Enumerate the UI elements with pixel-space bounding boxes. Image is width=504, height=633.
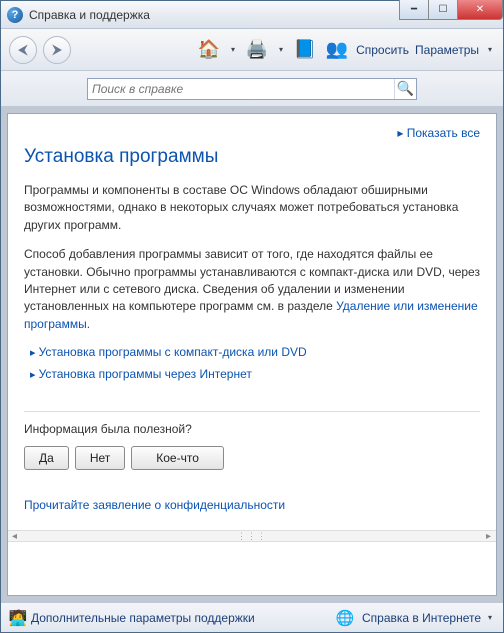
back-button[interactable]: ⮜ <box>9 36 37 64</box>
window-title: Справка и поддержка <box>29 8 150 22</box>
chevron-down-icon[interactable]: ▾ <box>485 45 495 54</box>
page-title: Установка программы <box>24 146 480 168</box>
globe-icon: 🌐 <box>336 609 354 627</box>
footer: 🧑‍💻 Дополнительные параметры поддержки 🌐… <box>1 602 503 632</box>
privacy-link[interactable]: Прочитайте заявление о конфиденциальност… <box>24 498 480 512</box>
footer-right-link[interactable]: Справка в Интернете <box>362 611 481 625</box>
chevron-down-icon[interactable]: ▾ <box>228 45 238 54</box>
maximize-button[interactable]: ☐ <box>428 0 458 20</box>
feedback-somewhat-button[interactable]: Кое-что <box>131 446 224 470</box>
horizontal-scrollbar[interactable]: ◂ ⋮⋮⋮ ▸ <box>8 530 496 542</box>
feedback-yes-button[interactable]: Да <box>24 446 69 470</box>
search-row: 🔍 <box>1 71 503 107</box>
help-icon: ? <box>7 7 23 23</box>
footer-left-link[interactable]: Дополнительные параметры поддержки <box>31 611 255 625</box>
close-button[interactable]: ✕ <box>457 0 503 20</box>
feedback-question: Информация была полезной? <box>24 422 480 436</box>
expander-cd-dvd[interactable]: Установка программы с компакт-диска или … <box>30 345 480 359</box>
support-options-icon: 🧑‍💻 <box>9 609 27 627</box>
search-icon[interactable]: 🔍 <box>394 79 416 99</box>
forward-button[interactable]: ⮞ <box>43 36 71 64</box>
params-link[interactable]: Параметры <box>415 43 479 57</box>
browse-icon[interactable]: 📘 <box>292 37 318 63</box>
minimize-button[interactable]: ━ <box>399 0 429 20</box>
search-input[interactable] <box>88 79 394 99</box>
search-box: 🔍 <box>87 78 417 100</box>
titlebar: ? Справка и поддержка ━ ☐ ✕ <box>1 1 503 29</box>
expander-internet[interactable]: Установка программы через Интернет <box>30 367 480 381</box>
chevron-down-icon[interactable]: ▾ <box>276 45 286 54</box>
scroll-right-icon[interactable]: ▸ <box>486 531 492 542</box>
scroll-left-icon[interactable]: ◂ <box>12 531 18 542</box>
ask-icon[interactable]: 👥 <box>324 37 350 63</box>
divider <box>24 411 480 412</box>
chevron-down-icon[interactable]: ▾ <box>485 613 495 622</box>
home-icon[interactable]: 🏠 <box>196 37 222 63</box>
content-area: Показать все Установка программы Програм… <box>7 113 497 596</box>
toolbar: ⮜ ⮞ 🏠 ▾ 🖨️ ▾ 📘 👥 Спросить Параметры ▾ <box>1 29 503 71</box>
show-all-link[interactable]: Показать все <box>24 126 480 140</box>
paragraph-1: Программы и компоненты в составе ОС Wind… <box>24 182 480 234</box>
print-icon[interactable]: 🖨️ <box>244 37 270 63</box>
feedback-no-button[interactable]: Нет <box>75 446 125 470</box>
ask-link[interactable]: Спросить <box>356 43 409 57</box>
paragraph-2: Способ добавления программы зависит от т… <box>24 246 480 333</box>
